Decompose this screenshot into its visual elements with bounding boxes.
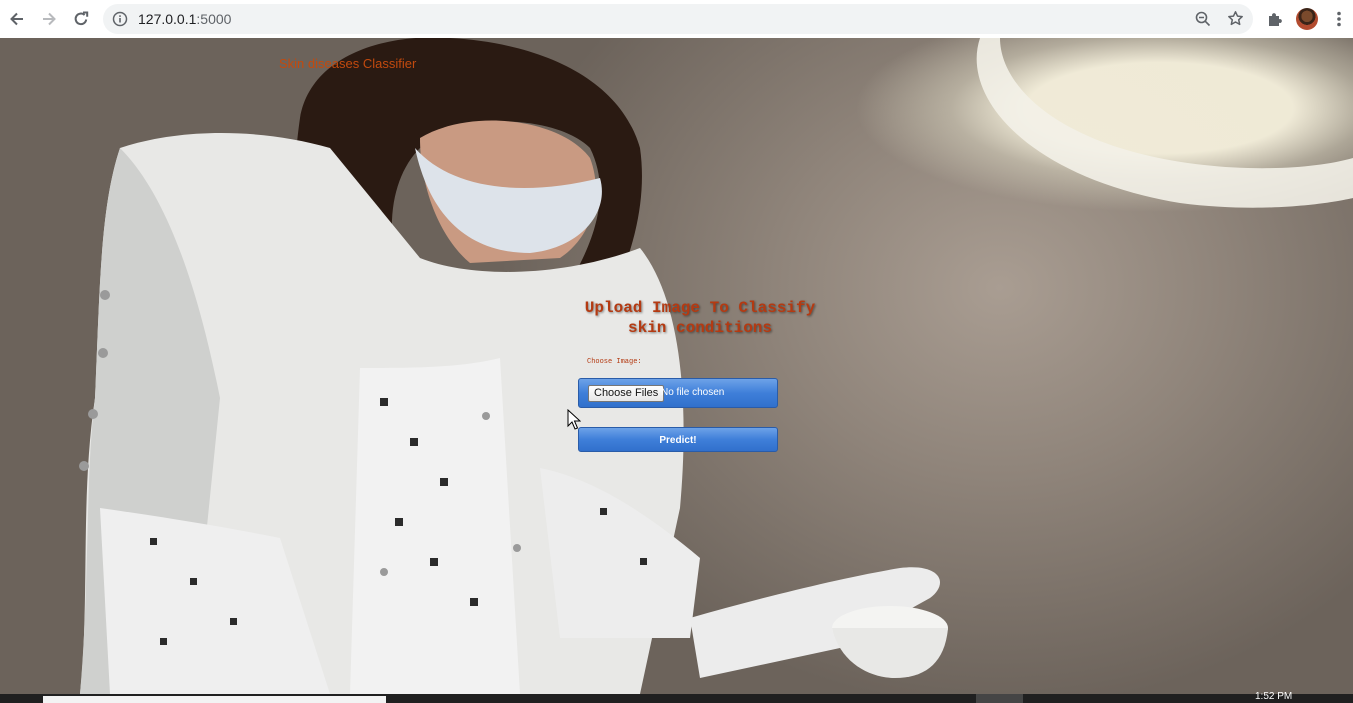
- taskbar-app-active[interactable]: [43, 696, 386, 703]
- mouse-pointer-icon: [567, 409, 581, 430]
- taskbar-app[interactable]: [976, 694, 1023, 703]
- info-icon[interactable]: [112, 11, 128, 32]
- predict-button[interactable]: Predict!: [578, 427, 778, 452]
- back-arrow-icon[interactable]: [6, 8, 28, 30]
- file-status-text: No file chosen: [661, 387, 725, 398]
- more-icon[interactable]: [1328, 8, 1350, 30]
- taskbar-clock[interactable]: 1:52 PM: [1255, 691, 1292, 702]
- forward-arrow-icon[interactable]: [38, 8, 60, 30]
- file-input[interactable]: Choose Files No file chosen: [578, 378, 778, 408]
- taskbar: 1:52 PM: [0, 691, 1353, 703]
- zoom-icon[interactable]: [1195, 11, 1211, 32]
- choose-files-button[interactable]: Choose Files: [588, 385, 665, 402]
- url-host: 127.0.0.1: [138, 11, 197, 27]
- upload-title-line2: skin conditions: [627, 319, 773, 337]
- star-icon[interactable]: [1227, 10, 1244, 32]
- address-bar[interactable]: 127.0.0.1:5000: [103, 4, 1253, 34]
- browser-toolbar: 127.0.0.1:5000: [0, 0, 1353, 39]
- page-background: Skin diseases Classifier Upload Image To…: [0, 38, 1353, 694]
- choose-image-label: Choose Image:: [587, 358, 642, 366]
- upload-title-line1: Upload Image To Classify: [584, 299, 816, 317]
- url-port: :5000: [196, 11, 232, 27]
- doctor-photo: [79, 38, 1353, 694]
- reload-icon[interactable]: [70, 8, 92, 30]
- upload-title: Upload Image To Classify skin conditions: [540, 298, 860, 338]
- extensions-icon[interactable]: [1264, 8, 1286, 30]
- site-brand[interactable]: Skin diseases Classifier: [279, 56, 416, 71]
- url-text: 127.0.0.1:5000: [138, 11, 231, 27]
- profile-avatar[interactable]: [1296, 8, 1318, 30]
